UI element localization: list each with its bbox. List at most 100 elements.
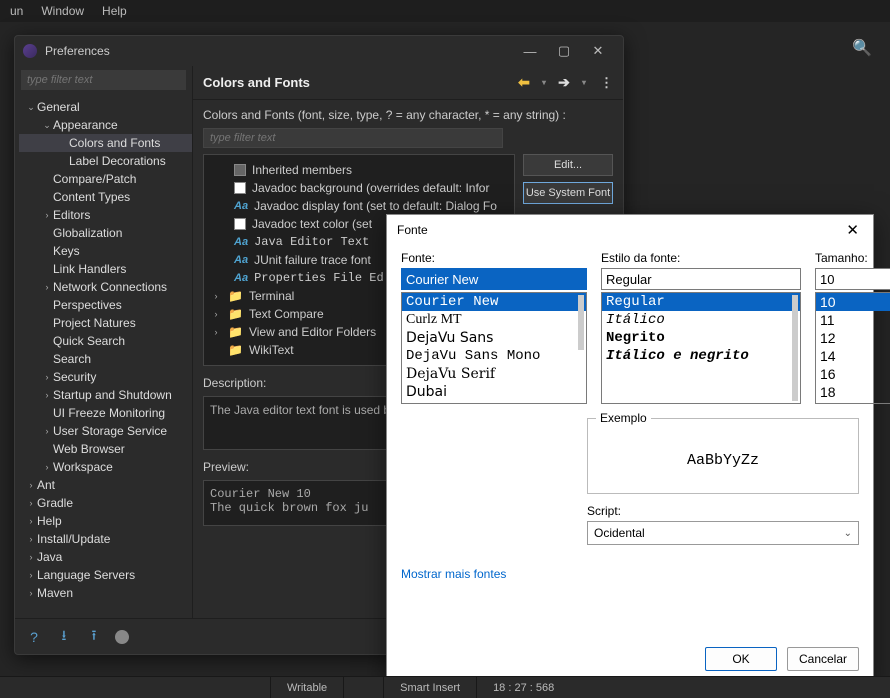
chevron-right-icon[interactable]: › xyxy=(41,210,53,220)
nav-forward-icon[interactable]: ➔ xyxy=(554,74,574,91)
show-more-fonts-link[interactable]: Mostrar mais fontes xyxy=(401,567,859,581)
tree-item[interactable]: Search xyxy=(19,350,192,368)
style-option[interactable]: Regular xyxy=(602,293,800,311)
font-size-input[interactable] xyxy=(815,268,890,290)
nav-back-dropdown-icon[interactable]: ▾ xyxy=(534,78,554,87)
tree-item[interactable]: ›Gradle xyxy=(19,494,192,512)
font-option[interactable]: DejaVu Sans xyxy=(402,329,586,347)
menu-window[interactable]: Window xyxy=(41,4,84,18)
tree-item[interactable]: Content Types xyxy=(19,188,192,206)
tree-item[interactable]: UI Freeze Monitoring xyxy=(19,404,192,422)
chevron-right-icon[interactable]: › xyxy=(210,291,222,301)
cancel-button[interactable]: Cancelar xyxy=(787,647,859,671)
tree-item[interactable]: Keys xyxy=(19,242,192,260)
size-option[interactable]: 12 xyxy=(816,329,890,347)
chevron-right-icon[interactable]: › xyxy=(210,327,222,337)
tree-item[interactable]: ›Install/Update xyxy=(19,530,192,548)
chevron-right-icon[interactable]: › xyxy=(25,588,37,598)
scrollbar-thumb[interactable] xyxy=(792,295,798,401)
menu-run[interactable]: un xyxy=(10,4,23,18)
use-system-font-button[interactable]: Use System Font xyxy=(523,182,613,204)
tree-item[interactable]: Perspectives xyxy=(19,296,192,314)
search-icon[interactable]: 🔍 xyxy=(852,38,872,58)
tree-item[interactable]: ›Java xyxy=(19,548,192,566)
close-icon[interactable]: ✕ xyxy=(842,221,863,239)
style-option[interactable]: Negrito xyxy=(602,329,800,347)
font-size-list[interactable]: 10111214161820 xyxy=(815,292,890,404)
chevron-right-icon[interactable]: › xyxy=(25,516,37,526)
size-option[interactable]: 14 xyxy=(816,347,890,365)
minimize-button[interactable]: ― xyxy=(513,40,547,62)
style-option[interactable]: Itálico e negrito xyxy=(602,347,800,365)
edit-button[interactable]: Edit... xyxy=(523,154,613,176)
chevron-down-icon[interactable]: ⌄ xyxy=(25,102,37,113)
chevron-right-icon[interactable]: › xyxy=(41,426,53,436)
chevron-right-icon[interactable]: › xyxy=(25,552,37,562)
ok-button[interactable]: OK xyxy=(705,647,777,671)
tree-item[interactable]: ›Startup and Shutdown xyxy=(19,386,192,404)
tree-item[interactable]: ⌄General xyxy=(19,98,192,116)
size-option[interactable]: 20 xyxy=(816,401,890,404)
tree-item[interactable]: ›Editors xyxy=(19,206,192,224)
size-option[interactable]: 16 xyxy=(816,365,890,383)
tree-item[interactable]: ›Help xyxy=(19,512,192,530)
font-name-list[interactable]: Courier NewCurlz MTDejaVu SansDejaVu San… xyxy=(401,292,587,404)
font-option[interactable]: Curlz MT xyxy=(402,311,586,329)
export-icon[interactable]: ⭱ xyxy=(85,628,103,646)
size-option[interactable]: 11 xyxy=(816,311,890,329)
script-select[interactable]: Ocidental ⌄ xyxy=(587,521,859,545)
chevron-right-icon[interactable]: › xyxy=(41,372,53,382)
chevron-right-icon[interactable]: › xyxy=(210,309,222,319)
cf-item[interactable]: AaJavadoc display font (set to default: … xyxy=(210,197,508,215)
size-option[interactable]: 10 xyxy=(816,293,890,311)
tree-item[interactable]: ›Network Connections xyxy=(19,278,192,296)
tree-item[interactable]: ›Ant xyxy=(19,476,192,494)
tree-item[interactable]: Label Decorations xyxy=(19,152,192,170)
scrollbar-thumb[interactable] xyxy=(578,295,584,350)
tree-item[interactable]: Globalization xyxy=(19,224,192,242)
tree-item[interactable]: Web Browser xyxy=(19,440,192,458)
chevron-right-icon[interactable]: › xyxy=(25,570,37,580)
chevron-right-icon[interactable]: › xyxy=(41,282,53,292)
maximize-button[interactable]: ▢ xyxy=(547,40,581,62)
chevron-right-icon[interactable]: › xyxy=(41,462,53,472)
oomph-icon[interactable] xyxy=(115,630,129,644)
help-icon[interactable]: ? xyxy=(25,628,43,646)
size-option[interactable]: 18 xyxy=(816,383,890,401)
tree-item[interactable]: Colors and Fonts xyxy=(19,134,192,152)
tree-item[interactable]: Compare/Patch xyxy=(19,170,192,188)
preferences-titlebar[interactable]: Preferences ― ▢ ✕ xyxy=(15,36,623,66)
font-style-input[interactable] xyxy=(601,268,801,290)
tree-item[interactable]: Quick Search xyxy=(19,332,192,350)
tree-item[interactable]: ⌄Appearance xyxy=(19,116,192,134)
cf-item[interactable]: Inherited members xyxy=(210,161,508,179)
font-option[interactable]: DejaVu Sans Mono xyxy=(402,347,586,365)
tree-item[interactable]: ›Maven xyxy=(19,584,192,602)
style-option[interactable]: Itálico xyxy=(602,311,800,329)
font-option[interactable]: Dubai xyxy=(402,383,586,401)
nav-forward-dropdown-icon[interactable]: ▾ xyxy=(574,78,594,87)
tree-item[interactable]: Project Natures xyxy=(19,314,192,332)
font-name-input[interactable] xyxy=(401,268,587,290)
chevron-right-icon[interactable]: › xyxy=(25,534,37,544)
chevron-right-icon[interactable]: › xyxy=(41,390,53,400)
font-option[interactable]: DejaVu Serif xyxy=(402,365,586,383)
import-icon[interactable]: ⭳ xyxy=(55,628,73,646)
close-button[interactable]: ✕ xyxy=(581,40,615,62)
font-style-list[interactable]: RegularItálicoNegritoItálico e negrito xyxy=(601,292,801,404)
tree-item[interactable]: ›Language Servers xyxy=(19,566,192,584)
kebab-menu-icon[interactable]: ⋮ xyxy=(600,75,613,91)
tree-item[interactable]: ›Workspace xyxy=(19,458,192,476)
font-option[interactable]: Courier New xyxy=(402,293,586,311)
tree-filter-input[interactable] xyxy=(21,70,186,90)
tree-item[interactable]: Link Handlers xyxy=(19,260,192,278)
chevron-right-icon[interactable]: › xyxy=(25,498,37,508)
chevron-right-icon[interactable]: › xyxy=(25,480,37,490)
preferences-tree[interactable]: ⌄General⌄AppearanceColors and FontsLabel… xyxy=(15,94,192,618)
chevron-down-icon[interactable]: ⌄ xyxy=(41,120,53,131)
font-dialog-titlebar[interactable]: Fonte ✕ xyxy=(387,215,873,245)
nav-back-icon[interactable]: ⬅ xyxy=(514,74,534,91)
tree-item[interactable]: ›Security xyxy=(19,368,192,386)
colors-fonts-filter-input[interactable] xyxy=(203,128,503,148)
cf-item[interactable]: Javadoc background (overrides default: I… xyxy=(210,179,508,197)
